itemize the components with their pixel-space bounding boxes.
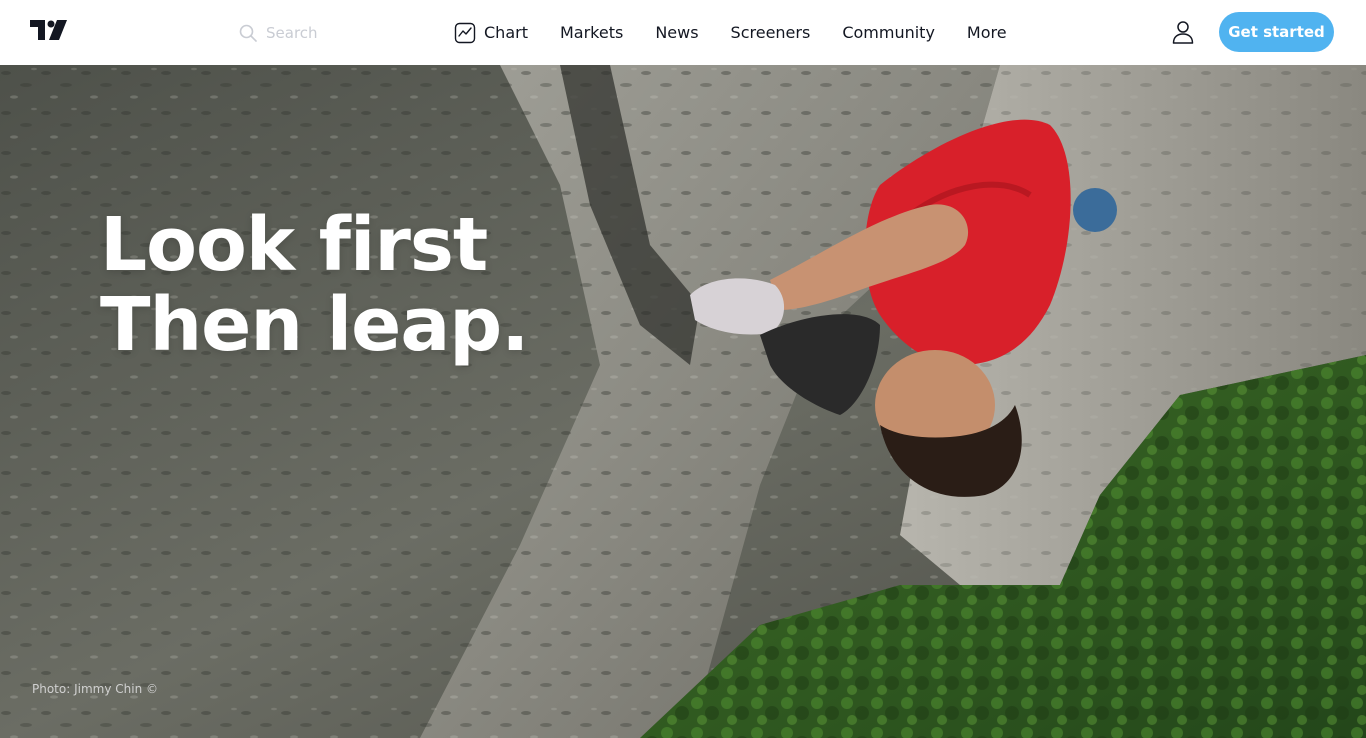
get-started-button[interactable]: Get started — [1219, 12, 1334, 52]
nav-item-news[interactable]: News — [655, 23, 698, 42]
top-header: Chart Markets News Screeners Community M… — [0, 0, 1366, 65]
photo-credit: Photo: Jimmy Chin © — [32, 682, 158, 696]
user-icon[interactable] — [1170, 19, 1196, 45]
nav-item-more[interactable]: More — [967, 23, 1007, 42]
nav-item-community[interactable]: Community — [842, 23, 935, 42]
search-box[interactable] — [238, 20, 418, 46]
tradingview-logo[interactable] — [30, 20, 70, 42]
nav-item-markets[interactable]: Markets — [560, 23, 623, 42]
nav-item-screeners[interactable]: Screeners — [731, 23, 811, 42]
main-nav: Chart Markets News Screeners Community M… — [454, 0, 1039, 65]
nav-item-label: News — [655, 23, 699, 42]
hero-headline: Look first Then leap. — [100, 202, 529, 368]
hero-photo — [0, 65, 1366, 738]
nav-item-label: Community — [842, 23, 935, 42]
headline-line-1: Look first — [100, 202, 488, 288]
headline-line-2: Then leap. — [100, 282, 529, 368]
search-input[interactable] — [266, 24, 406, 42]
nav-item-chart[interactable]: Chart — [454, 22, 528, 44]
hero-section: Look first Then leap. Photo: Jimmy Chin … — [0, 65, 1366, 738]
nav-item-label: Markets — [559, 23, 624, 42]
nav-item-label: More — [966, 23, 1007, 42]
nav-item-label: Chart — [484, 23, 528, 42]
nav-item-label: Screeners — [730, 23, 811, 42]
chart-icon — [454, 22, 476, 43]
search-icon — [239, 24, 257, 42]
